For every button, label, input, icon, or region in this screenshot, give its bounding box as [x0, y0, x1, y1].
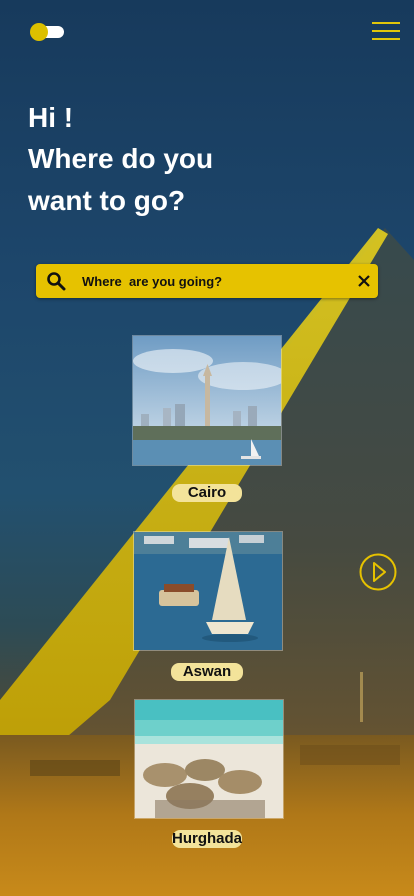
- destination-label-cairo: Cairo: [172, 484, 242, 502]
- destination-label-hurghada: Hurghada: [172, 830, 243, 848]
- beach-umbrellas-image[interactable]: [134, 699, 284, 819]
- toggle-knob: [30, 23, 48, 41]
- greeting-line-2: Where do you: [28, 143, 214, 174]
- search-icon[interactable]: [46, 271, 66, 291]
- destination-card-aswan[interactable]: Aswan: [133, 531, 283, 681]
- search-input[interactable]: [82, 269, 332, 293]
- close-icon[interactable]: [354, 271, 374, 291]
- theme-toggle[interactable]: [30, 22, 64, 42]
- hamburger-menu-icon[interactable]: [372, 22, 400, 40]
- greeting-line-1: Hi !: [28, 102, 74, 133]
- destination-card-cairo[interactable]: Cairo: [132, 335, 282, 505]
- greeting-line-3: want to go?: [28, 185, 186, 216]
- travel-home-screen: Hi ! Where do you want to go? Where are …: [0, 0, 414, 896]
- destination-card-hurghada[interactable]: Hurghada: [134, 699, 284, 849]
- search-bar[interactable]: [36, 264, 378, 298]
- play-circle-icon[interactable]: [359, 553, 397, 591]
- sailboat-river-image[interactable]: [133, 531, 283, 651]
- city-skyline-image[interactable]: [132, 335, 282, 466]
- destination-label-aswan: Aswan: [171, 663, 243, 681]
- greeting-heading: Hi ! Where do you want to go?: [28, 98, 358, 222]
